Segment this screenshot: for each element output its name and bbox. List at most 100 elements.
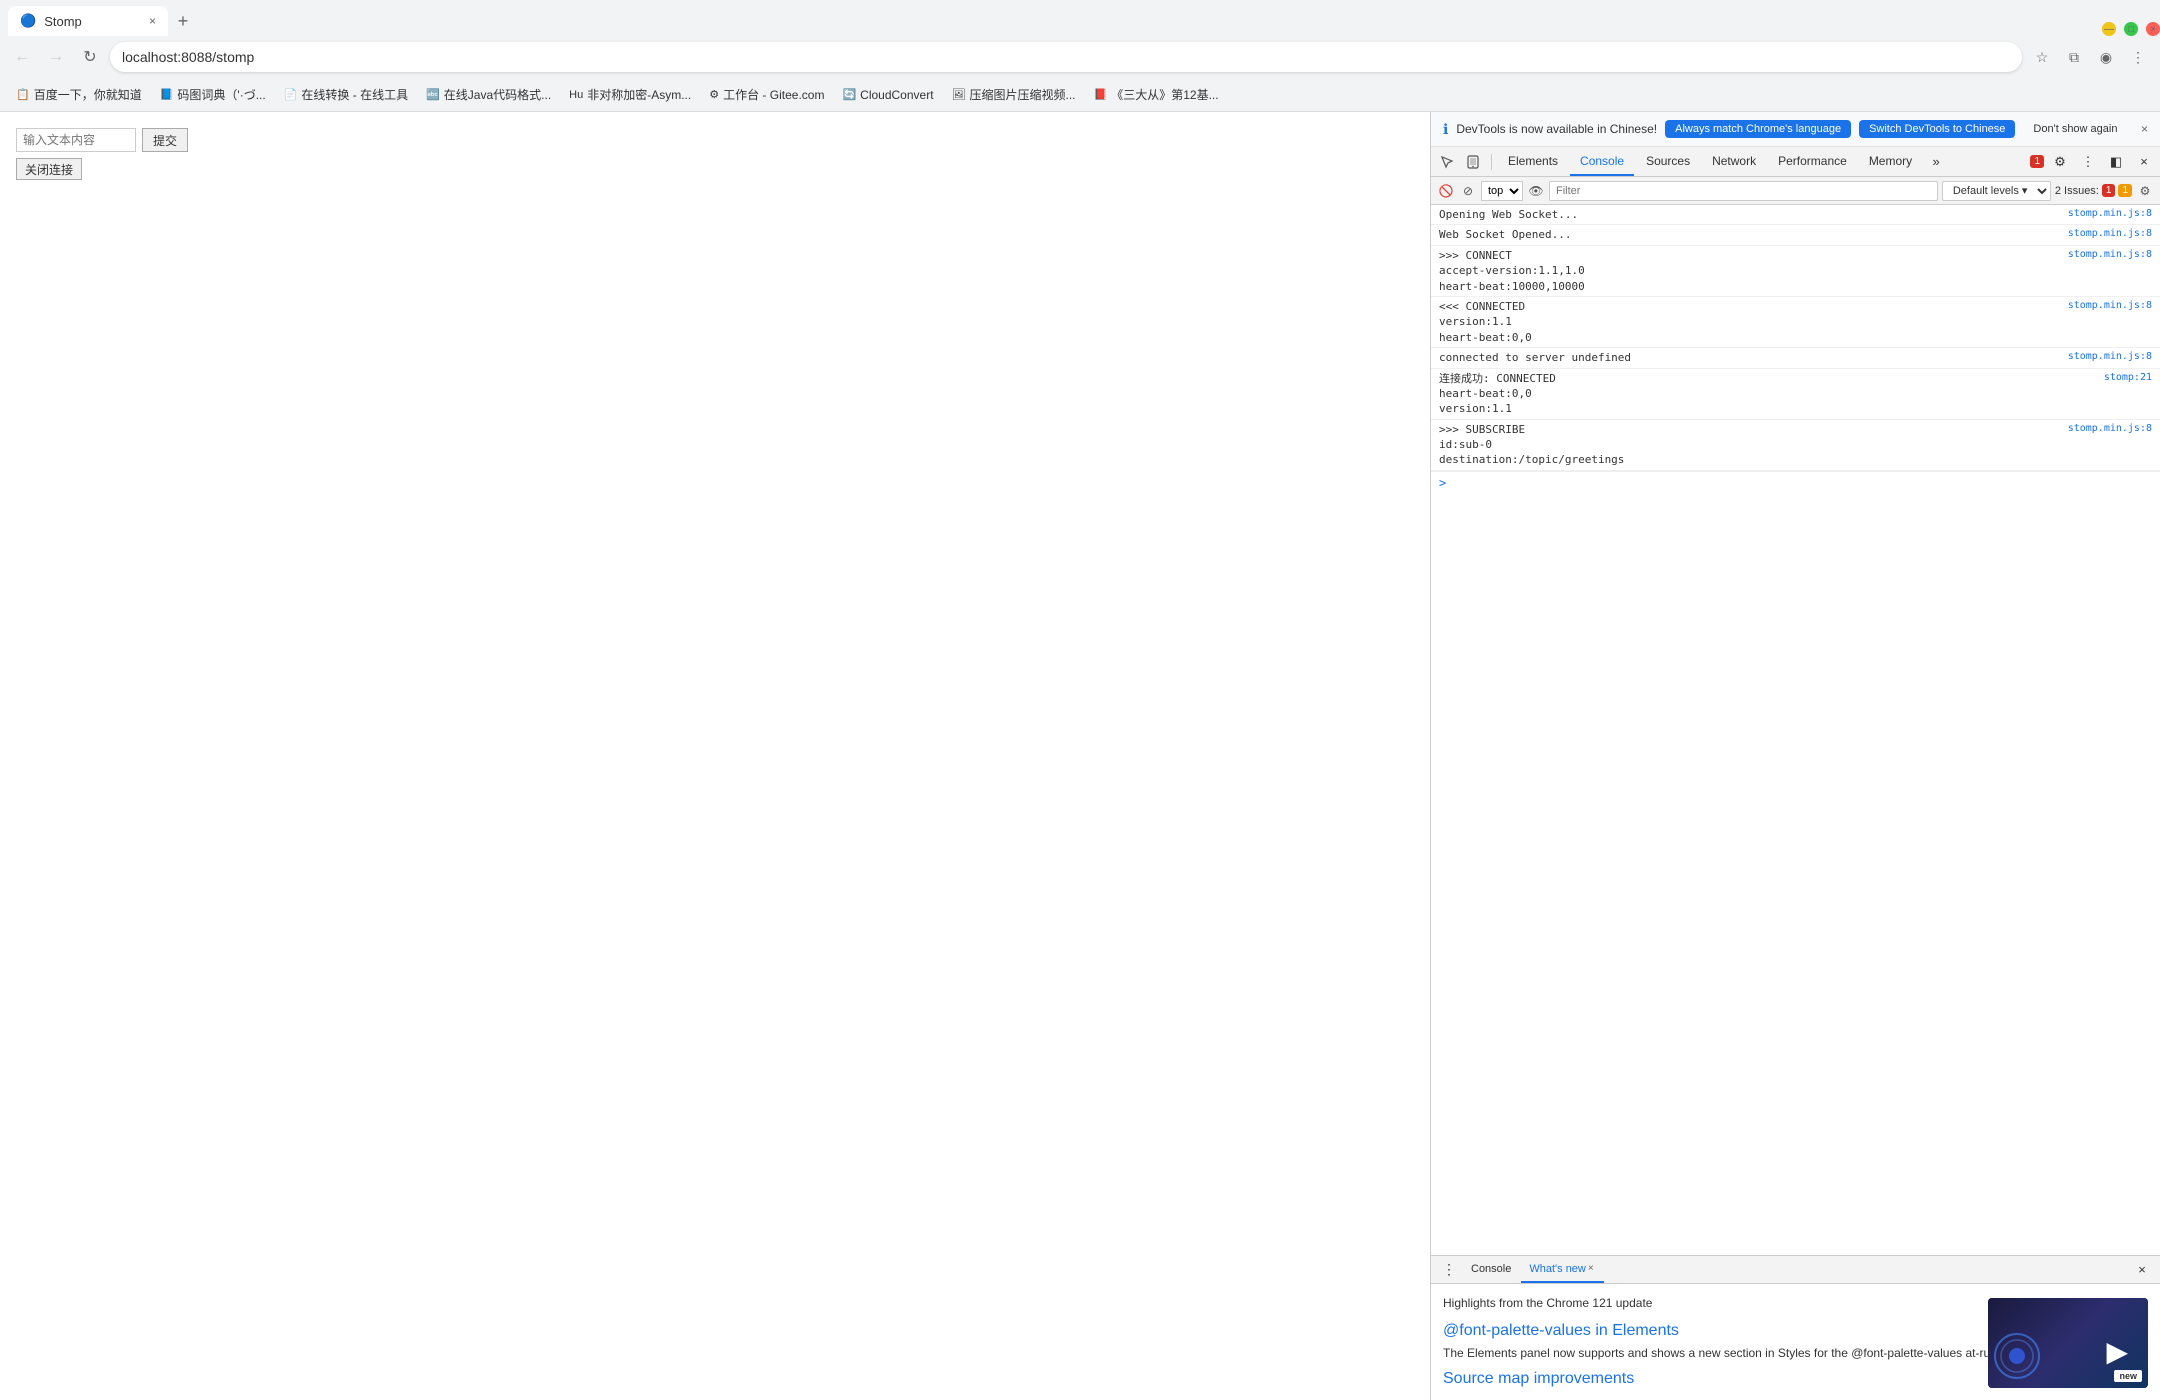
- extensions-icon[interactable]: ⧉: [2060, 43, 2088, 71]
- video-play-button[interactable]: ▶: [2106, 1335, 2128, 1368]
- video-thumbnail[interactable]: ▶ new: [1988, 1298, 2148, 1388]
- error-count-badge: 1: [2030, 155, 2044, 168]
- bookmark-icon: 📋: [16, 88, 30, 101]
- tab-bar: 🔵 Stomp × + — □ ×: [0, 0, 2160, 36]
- new-tab-button[interactable]: +: [168, 6, 198, 36]
- devtools-dock-button[interactable]: ◧: [2104, 150, 2128, 174]
- context-selector[interactable]: top: [1481, 181, 1523, 201]
- profile-icon[interactable]: ◉: [2092, 43, 2120, 71]
- console-filter-toolbar: 🚫 ⊘ top 👁 Default levels ▾ 2 Issues: 1 1…: [1431, 177, 2160, 205]
- log-source[interactable]: stomp.min.js:8: [2068, 227, 2152, 239]
- bookmark-label: 码图词典（'·づ...: [177, 86, 265, 103]
- log-source[interactable]: stomp.min.js:8: [2068, 299, 2152, 311]
- menu-icon[interactable]: ⋮: [2124, 43, 2152, 71]
- bottom-tab-whats-new-label: What's new: [1529, 1263, 1586, 1275]
- bookmark-label: CloudConvert: [860, 88, 933, 102]
- close-window-button[interactable]: ×: [2146, 22, 2160, 36]
- tab-network[interactable]: Network: [1702, 147, 1766, 176]
- back-button[interactable]: ←: [8, 43, 36, 71]
- log-source[interactable]: stomp.min.js:8: [2068, 248, 2152, 260]
- bookmark-icon: Hu: [569, 89, 583, 101]
- devtools-inspect-icon[interactable]: [1435, 150, 1459, 174]
- prompt-arrow-icon: >: [1439, 476, 1446, 490]
- browser-tab[interactable]: 🔵 Stomp ×: [8, 6, 168, 36]
- tab-console[interactable]: Console: [1570, 147, 1634, 176]
- bookmark-dict[interactable]: 📘 码图词典（'·づ...: [152, 83, 274, 106]
- bookmark-label: 在线Java代码格式...: [444, 86, 551, 103]
- bookmark-label: 工作台 - Gitee.com: [723, 86, 824, 103]
- switch-devtools-language-button[interactable]: Switch DevTools to Chinese: [1859, 120, 2015, 138]
- bottom-tab-console[interactable]: Console: [1463, 1256, 1519, 1283]
- bookmark-label: 《三大从》第12基...: [1111, 86, 1218, 103]
- log-text: <<< CONNECTED version:1.1 heart-beat:0,0: [1439, 299, 2060, 345]
- window-controls: — □ ×: [2102, 22, 2160, 36]
- address-input[interactable]: [110, 42, 2022, 72]
- bookmark-cloudconvert[interactable]: 🔄 CloudConvert: [834, 85, 941, 105]
- console-settings-icon[interactable]: ⚙: [2136, 182, 2154, 200]
- log-level-selector[interactable]: Default levels ▾: [1942, 181, 2051, 201]
- notification-close-button[interactable]: ×: [2141, 122, 2148, 136]
- devtools-device-icon[interactable]: [1461, 150, 1485, 174]
- bottom-tab-whats-new[interactable]: What's new ×: [1521, 1256, 1603, 1283]
- maximize-button[interactable]: □: [2124, 22, 2138, 36]
- bookmark-baidu[interactable]: 📋 百度一下，你就知道: [8, 83, 150, 106]
- tab-close-button[interactable]: ×: [149, 14, 156, 28]
- bookmark-image-compress[interactable]: 🖼 压缩图片压缩视频...: [944, 83, 1084, 106]
- bottom-tab-console-label: Console: [1471, 1263, 1511, 1275]
- console-log-area: Opening Web Socket... stomp.min.js:8 Web…: [1431, 205, 2160, 1255]
- devtools-close-button[interactable]: ×: [2132, 150, 2156, 174]
- log-text: >>> CONNECT accept-version:1.1,1.0 heart…: [1439, 248, 2060, 294]
- bookmark-converter[interactable]: 📄 在线转换 - 在线工具: [276, 83, 416, 106]
- log-entry-server: connected to server undefined stomp.min.…: [1431, 348, 2160, 368]
- log-entry-success: 连接成功: CONNECTED heart-beat:0,0 version:1…: [1431, 369, 2160, 420]
- bottom-panel-close-button[interactable]: ×: [2130, 1258, 2154, 1282]
- reload-button[interactable]: ↻: [76, 43, 104, 71]
- close-connection-button[interactable]: 关闭连接: [16, 158, 82, 180]
- bookmark-book[interactable]: 📕 《三大从》第12基...: [1086, 83, 1227, 106]
- log-source[interactable]: stomp:21: [2104, 371, 2152, 383]
- clear-console-button[interactable]: 🚫: [1437, 182, 1455, 200]
- dont-show-again-button[interactable]: Don't show again: [2023, 120, 2127, 138]
- tab-memory[interactable]: Memory: [1859, 147, 1922, 176]
- main-area: 提交 关闭连接 ℹ DevTools is now available in C…: [0, 112, 2160, 1400]
- bottom-tab-bar: ⋮ Console What's new × ×: [1431, 1256, 2160, 1284]
- bookmark-asym[interactable]: Hu 非对称加密-Asym...: [561, 83, 699, 106]
- bookmark-icon: 📄: [284, 88, 298, 101]
- bookmark-icon: 📘: [160, 88, 174, 101]
- bookmark-label: 压缩图片压缩视频...: [970, 86, 1076, 103]
- bookmark-gitee[interactable]: ⚙ 工作台 - Gitee.com: [701, 83, 832, 106]
- more-tabs-button[interactable]: »: [1924, 150, 1948, 174]
- notification-text: DevTools is now available in Chinese!: [1456, 122, 1657, 136]
- tab-performance[interactable]: Performance: [1768, 147, 1857, 176]
- console-filter-toggle[interactable]: ⊘: [1459, 182, 1477, 200]
- devtools-more-button[interactable]: ⋮: [2076, 150, 2100, 174]
- log-source[interactable]: stomp.min.js:8: [2068, 207, 2152, 219]
- bookmark-java-format[interactable]: 🔤 在线Java代码格式...: [418, 83, 559, 106]
- tab-sources[interactable]: Sources: [1636, 147, 1700, 176]
- bookmarks-bar: 📋 百度一下，你就知道 📘 码图词典（'·づ... 📄 在线转换 - 在线工具 …: [0, 78, 2160, 112]
- tab-title: Stomp: [44, 14, 82, 29]
- submit-button[interactable]: 提交: [142, 128, 188, 152]
- forward-button[interactable]: →: [42, 43, 70, 71]
- log-text: Opening Web Socket...: [1439, 207, 2060, 222]
- minimize-button[interactable]: —: [2102, 22, 2116, 36]
- devtools-settings-button[interactable]: ⚙: [2048, 150, 2072, 174]
- back-icon: ←: [14, 48, 30, 66]
- text-input[interactable]: [16, 128, 136, 152]
- bottom-content: Highlights from the Chrome 121 update @f…: [1431, 1284, 2160, 1400]
- eye-icon[interactable]: 👁: [1527, 182, 1545, 200]
- log-source[interactable]: stomp.min.js:8: [2068, 350, 2152, 362]
- bottom-panel-more-button[interactable]: ⋮: [1437, 1258, 1461, 1282]
- bookmark-star-icon[interactable]: ☆: [2028, 43, 2056, 71]
- log-text: >>> SUBSCRIBE id:sub-0 destination:/topi…: [1439, 422, 2060, 468]
- tab-elements[interactable]: Elements: [1498, 147, 1568, 176]
- filter-input[interactable]: [1549, 181, 1938, 201]
- address-icons: ☆ ⧉ ◉ ⋮: [2028, 43, 2152, 71]
- page-content: 提交 关闭连接: [0, 112, 1430, 1400]
- error-badge: 1: [2102, 184, 2116, 197]
- bottom-tab-close-button[interactable]: ×: [1586, 1263, 1596, 1274]
- always-match-language-button[interactable]: Always match Chrome's language: [1665, 120, 1851, 138]
- video-new-badge: new: [2114, 1370, 2142, 1382]
- log-source[interactable]: stomp.min.js:8: [2068, 422, 2152, 434]
- toolbar-separator: [1491, 154, 1492, 170]
